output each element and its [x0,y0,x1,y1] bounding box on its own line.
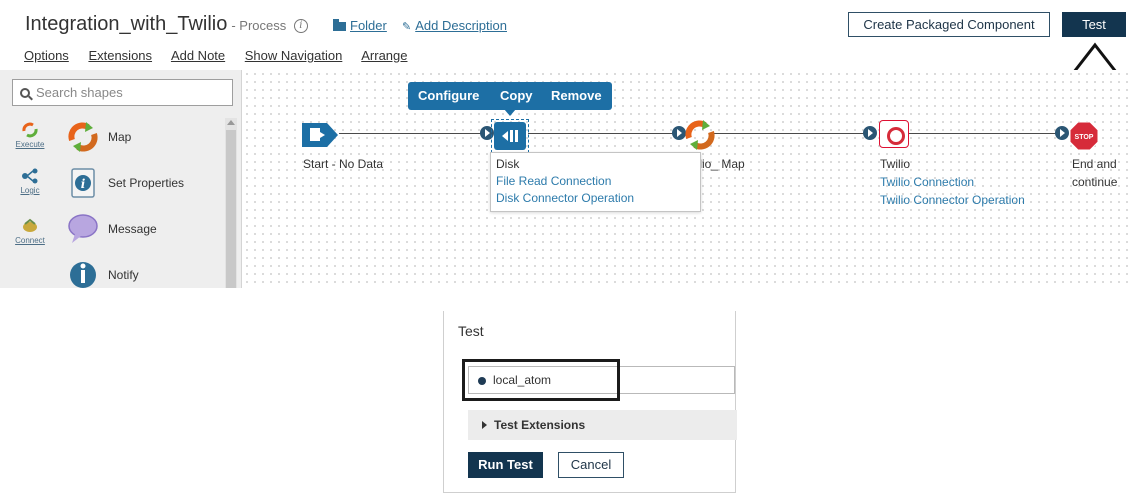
start-shape-label: Start - No Data [303,157,384,171]
disk-label: Disk [496,157,520,171]
category-logic-label: Logic [20,186,40,195]
shape-message[interactable]: Message [66,212,226,248]
process-title: Integration_with_Twilio - Process i [25,13,308,36]
menu-arrange[interactable]: Arrange [361,48,407,63]
shape-notify-label: Notify [108,268,139,282]
disk-connection-link[interactable]: File Read Connection [496,174,611,188]
stop-shape-icon[interactable]: STOP [1069,121,1099,151]
twilio-label: Twilio [880,157,911,171]
palette-scrollbar[interactable] [225,118,237,288]
shape-message-label: Message [108,222,157,236]
category-execute-label: Execute [15,140,45,149]
twilio-connection-link[interactable]: Twilio Connection [880,175,974,189]
process-canvas[interactable]: Start - No Data Configure Copy Remove li… [243,70,1128,288]
stop-badge-text: STOP [1075,134,1094,141]
folder-icon [333,19,346,31]
category-connect[interactable]: Connect [10,218,50,245]
twilio-operation-link[interactable]: Twilio Connector Operation [880,193,1025,207]
folder-label: Folder [350,18,387,33]
set-properties-icon: i [71,168,95,198]
shape-map-label: Map [108,130,132,144]
popover-tail [504,109,516,116]
connector-arrow-icon[interactable] [863,126,877,140]
shape-set-properties-label: Set Properties [108,176,185,190]
connector-line [909,133,1057,134]
shape-set-properties[interactable]: i Set Properties [66,166,226,202]
shape-notify[interactable]: Notify [66,258,226,288]
connector-line [339,133,481,134]
pencil-icon: ✎ [402,21,412,33]
highlight-annotation-box [462,359,620,401]
message-icon [68,214,98,243]
menu-extensions[interactable]: Extensions [88,48,152,63]
create-packaged-component-button[interactable]: Create Packaged Component [848,12,1050,37]
connect-icon [23,218,37,232]
category-connect-label: Connect [15,236,45,245]
end-label-line1: End and [1072,157,1117,171]
configure-button[interactable]: Configure [418,88,479,103]
scrollbar-thumb[interactable] [226,130,236,288]
shape-palette: Search shapes Execute Logic Connect Map [0,70,242,288]
cancel-button[interactable]: Cancel [558,452,624,478]
disk-connector-icon [502,130,518,142]
remove-button[interactable]: Remove [551,88,602,103]
search-shapes-input[interactable]: Search shapes [12,79,233,106]
process-menu: Options Extensions Add Note Show Navigat… [24,48,423,63]
end-label-line2: continue [1072,175,1118,189]
search-shapes-placeholder: Search shapes [36,85,123,100]
execute-icon [22,122,38,138]
expand-triangle-icon [482,421,487,429]
test-extensions-toggle[interactable]: Test Extensions [468,410,737,440]
twilio-shape-icon[interactable] [879,120,909,148]
info-icon[interactable]: i [293,19,308,33]
process-type-label: - Process [231,18,287,33]
svg-text:i: i [81,177,86,191]
connector-line [528,133,676,134]
category-logic[interactable]: Logic [10,168,50,195]
disk-operation-link[interactable]: Disk Connector Operation [496,191,634,205]
run-test-button[interactable]: Run Test [468,452,543,478]
menu-show-navigation[interactable]: Show Navigation [245,48,343,63]
disk-info-card: Disk File Read Connection Disk Connector… [490,152,701,212]
notify-icon [70,262,96,288]
test-dialog-title: Test [458,323,484,339]
add-description-link[interactable]: ✎ Add Description [402,18,507,33]
shape-action-popover: Configure Copy Remove [408,82,612,116]
add-description-label: Add Description [415,18,507,33]
map-shape-label: lilio_ Map [694,157,745,171]
logic-icon [22,168,38,184]
test-button[interactable]: Test [1062,12,1126,37]
scroll-up-arrow-icon[interactable] [227,120,235,125]
process-name: Integration_with_Twilio [25,13,228,35]
folder-link[interactable]: Folder [333,18,387,33]
process-header: Integration_with_Twilio - Process i Folde… [0,0,1128,68]
map-shape-icon[interactable] [683,118,717,152]
category-execute[interactable]: Execute [10,122,50,149]
shape-map[interactable]: Map [66,120,226,156]
test-extensions-label: Test Extensions [494,418,586,432]
connector-arrow-icon[interactable] [1055,126,1069,140]
test-dialog: Test local_atom Test Extensions Run Test… [443,311,737,493]
connector-line [713,133,866,134]
search-icon [20,88,30,98]
map-icon [68,122,98,152]
disk-shape[interactable] [494,122,526,150]
copy-button[interactable]: Copy [500,88,533,103]
start-shape-icon[interactable] [301,122,339,148]
menu-options[interactable]: Options [24,48,69,63]
menu-add-note[interactable]: Add Note [171,48,225,63]
